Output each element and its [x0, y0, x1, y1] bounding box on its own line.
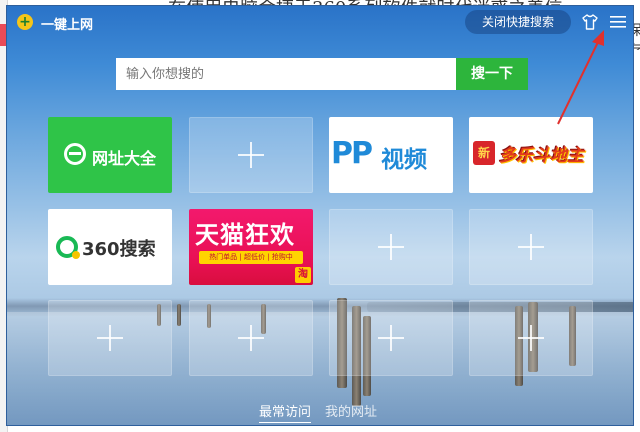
add-plus-icon: [97, 325, 123, 351]
quick-search-window: + 一键上网 关闭快捷搜索 搜一下 网址大全 PP 视频 新 多乐斗地主 360…: [6, 5, 634, 426]
tile-empty[interactable]: [329, 209, 453, 285]
tile-360-search[interactable]: 360搜索: [48, 209, 172, 285]
ie-logo-icon: [64, 143, 86, 165]
add-plus-icon: [378, 325, 404, 351]
tile-label: 360搜索: [82, 239, 156, 260]
tile-wangzhi-daquan[interactable]: 网址大全: [48, 117, 172, 193]
tile-label: 视频: [381, 147, 427, 173]
tile-pptv[interactable]: PP 视频: [329, 117, 453, 193]
app-title: 一键上网: [41, 18, 94, 33]
tile-tmall[interactable]: 天猫狂欢 热门单品 | 超低价 | 抢购中 淘: [189, 209, 313, 285]
tile-empty[interactable]: [189, 300, 313, 376]
add-plus-icon: [518, 325, 544, 351]
tab-my-sites[interactable]: 我的网址: [325, 401, 377, 420]
tile-label: 网址大全: [92, 149, 157, 168]
tile-empty[interactable]: [189, 117, 313, 193]
tile-empty[interactable]: [48, 300, 172, 376]
tile-empty[interactable]: [329, 300, 453, 376]
tile-label: 多乐斗地主: [499, 146, 584, 166]
add-plus-icon: [238, 142, 264, 168]
annotation-arrow-icon: [557, 30, 604, 125]
add-plus-icon: [378, 234, 404, 260]
app-logo-icon: +: [17, 14, 33, 30]
tile-game[interactable]: 新 多乐斗地主: [469, 117, 593, 193]
tile-sub-label: 热门单品 | 超低价 | 抢购中: [199, 251, 303, 264]
tile-empty[interactable]: [469, 300, 593, 376]
tile-empty[interactable]: [469, 209, 593, 285]
tab-most-visited[interactable]: 最常访问: [259, 401, 312, 423]
search-button[interactable]: 搜一下: [456, 58, 528, 90]
game-badge-icon: 新: [473, 141, 495, 165]
menu-icon[interactable]: [610, 15, 626, 29]
add-plus-icon: [518, 234, 544, 260]
pptv-logo-icon: PP: [331, 136, 373, 171]
taobao-tag-icon: 淘: [295, 267, 311, 283]
scenery-post: [177, 304, 181, 326]
tile-label: 天猫狂欢: [195, 221, 295, 249]
search-input[interactable]: [116, 58, 456, 90]
add-plus-icon: [238, 325, 264, 351]
